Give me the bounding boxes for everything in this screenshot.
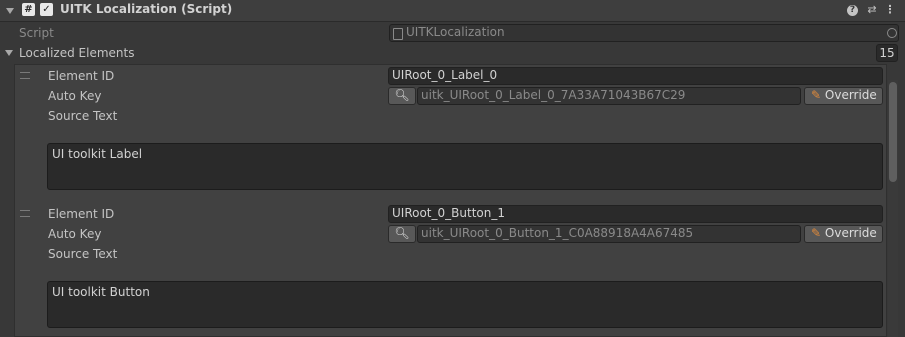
script-file-icon [393,28,403,40]
script-value: UITKLocalization [406,25,505,39]
element-id-input[interactable]: UIRoot_0_Label_0 [388,67,883,85]
script-label: Script [19,26,54,40]
auto-key-label: Auto Key [48,89,102,103]
hash-icon: # [22,3,35,16]
auto-key-label: Auto Key [48,227,102,241]
override-button[interactable]: ✎ Override [804,225,883,243]
scrollbar-thumb[interactable] [889,82,897,182]
element-id-label: Element ID [48,69,115,83]
list-count-field[interactable]: 15 [876,44,898,62]
source-text-area[interactable]: UI toolkit Label [47,143,883,190]
source-text-value: UI toolkit Button [52,285,150,299]
auto-key-field: uitk_UIRoot_0_Label_0_7A33A71043B67C29 [417,87,801,105]
list-foldout-icon[interactable] [5,50,13,56]
list-label[interactable]: Localized Elements [19,46,134,60]
override-label: Override [824,226,877,240]
magnifier-icon: 🔍︎ [394,88,410,102]
search-button[interactable]: 🔍︎ [388,87,416,105]
enabled-checkbox[interactable]: ✓ [40,3,53,16]
source-text-label: Source Text [48,247,118,261]
component-title: UITK Localization (Script) [60,2,233,16]
override-label: Override [824,88,877,102]
sliders-icon[interactable]: ⇄ [865,3,879,17]
pencil-icon: ✎ [811,226,822,240]
search-button[interactable]: 🔍︎ [388,225,416,243]
drag-handle-icon[interactable] [20,72,30,79]
element-id-label: Element ID [48,207,115,221]
drag-handle-icon[interactable] [20,210,30,217]
source-text-value: UI toolkit Label [52,147,143,161]
element-id-input[interactable]: UIRoot_0_Button_1 [388,205,883,223]
foldout-triangle-icon[interactable] [6,8,14,14]
source-text-area[interactable]: UI toolkit Button [47,281,883,328]
pencil-icon: ✎ [811,88,822,102]
source-text-label: Source Text [48,109,118,123]
script-object-field: UITKLocalization [389,24,899,42]
kebab-menu-icon[interactable]: ⋮ [883,3,897,17]
question-icon[interactable]: ? [847,5,858,16]
auto-key-field: uitk_UIRoot_0_Button_1_C0A88918A4A67485 [417,225,801,243]
magnifier-icon: 🔍︎ [394,226,410,240]
override-button[interactable]: ✎ Override [804,87,883,105]
target-icon [887,28,897,38]
